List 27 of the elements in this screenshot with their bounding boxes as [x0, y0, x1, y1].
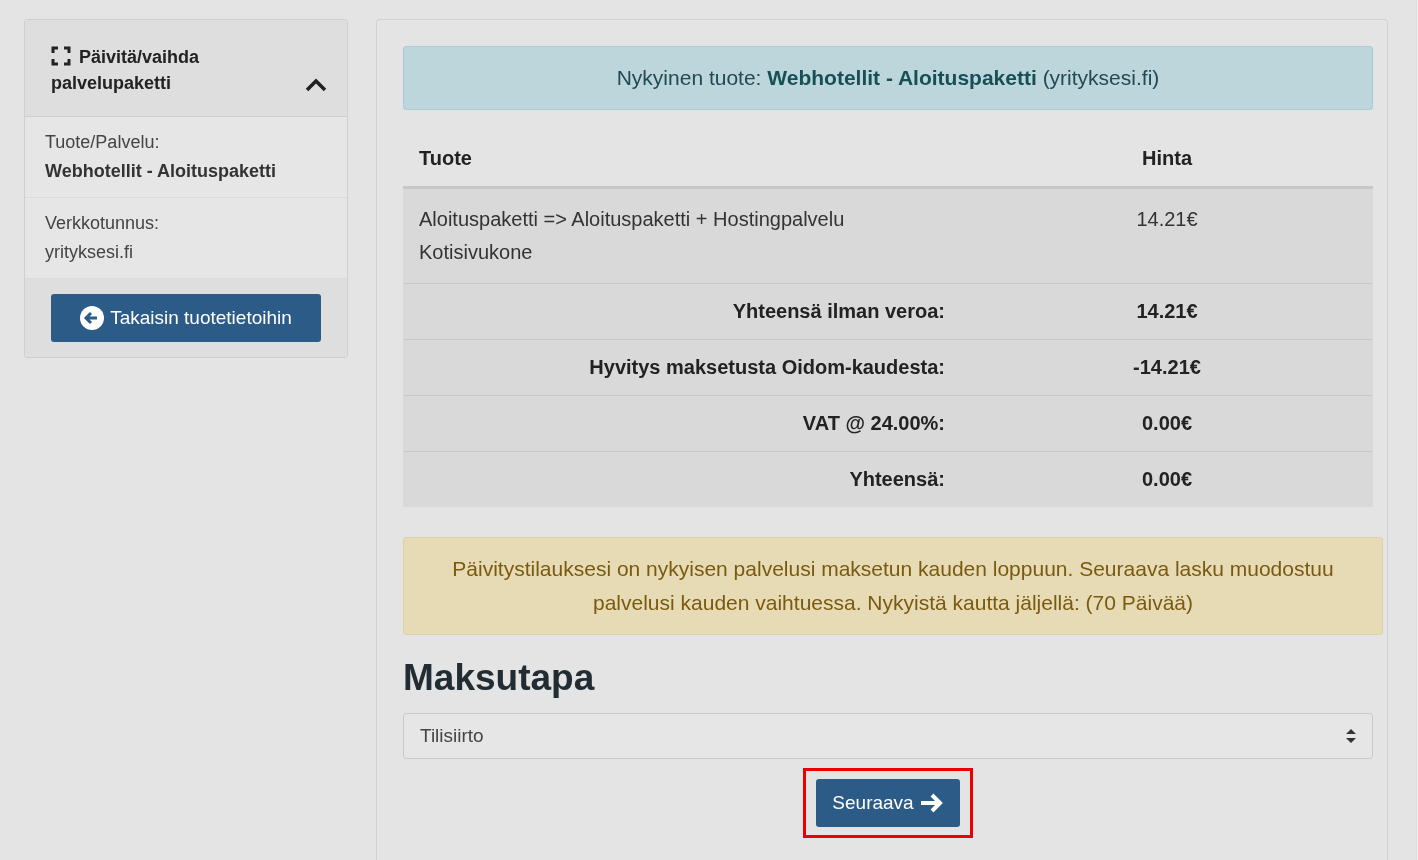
table-cell: VAT @ 24.00%:: [403, 395, 961, 452]
table-cell: 0.00€: [961, 395, 1373, 452]
arrow-right-icon: [919, 792, 944, 814]
panel-title: Päivitä/vaihda palvelupaketti: [51, 45, 201, 95]
field-label: Verkkotunnus:: [45, 212, 161, 235]
back-button[interactable]: Takaisin tuotetietoihin: [51, 294, 321, 342]
field-value: yrityksesi.fi: [45, 241, 134, 264]
table-cell: -14.21€: [961, 339, 1373, 396]
field-value: Webhotellit - Aloituspaketti: [45, 160, 277, 183]
table-cell: Yhteensä:: [403, 451, 961, 507]
chevron-up-icon[interactable]: [305, 78, 327, 92]
table-cell: 0.00€: [961, 451, 1373, 507]
section-heading: Maksutapa: [403, 657, 596, 699]
table-cell: 14.21€: [961, 187, 1373, 284]
sort-caret-icon: [1346, 729, 1356, 743]
table-cell: Aloituspaketti => Aloituspaketti + Hostingpalvelu Kotisivukone: [403, 187, 961, 284]
arrow-left-circle-icon: [80, 306, 105, 330]
table-cell: Hyvitys maksetusta Oidom-kaudesta:: [403, 339, 961, 396]
table-cell: Yhteensä ilman veroa:: [403, 283, 961, 340]
panel-header[interactable]: Päivitä/vaihda palvelupaketti: [25, 20, 347, 117]
table-cell: 14.21€: [961, 283, 1373, 340]
current-product-alert: Nykyinen tuote: Webhotellit - Aloituspaketti (yrityksesi.fi): [403, 46, 1373, 110]
payment-method-select[interactable]: Tilisiirto: [403, 713, 1373, 759]
expand-icon: [51, 46, 71, 66]
field-label: Tuote/Palvelu:: [45, 131, 161, 154]
warning-alert: Päivitystilauksesi on nykyisen palvelusi maksetun kauden loppuun. Seuraava lasku muodostuu palvelusi kauden vaihtuessa. Nykyistä kautta jäljellä: (70 Päivää): [403, 537, 1383, 635]
next-button[interactable]: Seuraava: [816, 779, 960, 827]
